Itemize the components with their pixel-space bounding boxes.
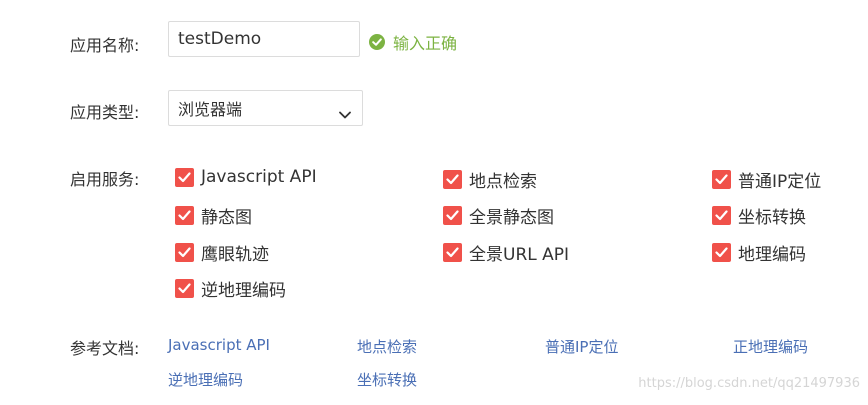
checkmark-icon — [175, 167, 194, 187]
service-label: 坐标转换 — [738, 208, 806, 228]
service-label: 静态图 — [201, 208, 252, 228]
checkmark-icon — [712, 170, 731, 189]
service-checkbox-geocoding[interactable]: 地理编码 — [712, 240, 806, 265]
checkmark-icon — [443, 206, 462, 225]
app-type-selected: 浏览器端 — [178, 100, 243, 119]
validation-message: 输入正确 — [369, 30, 457, 54]
checkmark-icon — [712, 206, 731, 225]
docs-label: 参考文档: — [70, 339, 140, 358]
service-label: 普通IP定位 — [738, 172, 822, 192]
service-label: 鹰眼轨迹 — [201, 245, 269, 265]
doc-link-ip-location[interactable]: 普通IP定位 — [545, 336, 618, 357]
validation-text: 输入正确 — [393, 34, 458, 53]
checkmark-icon — [443, 243, 462, 262]
checkmark-icon — [175, 206, 194, 225]
service-label: 地点检索 — [469, 172, 537, 192]
doc-link-reverse-geocoding[interactable]: 逆地理编码 — [168, 369, 243, 390]
service-label: 地理编码 — [738, 245, 806, 265]
doc-link-place-search[interactable]: 地点检索 — [357, 336, 417, 357]
check-circle-icon — [369, 34, 385, 50]
checkmark-icon — [175, 279, 194, 298]
service-checkbox-place-search[interactable]: 地点检索 — [443, 167, 537, 192]
app-form: 应用名称: 输入正确 应用类型: 浏览器端 启用服务: Javascript A… — [0, 0, 868, 405]
service-checkbox-eagle-eye[interactable]: 鹰眼轨迹 — [175, 240, 269, 265]
doc-link-javascript-api[interactable]: Javascript API — [168, 336, 270, 354]
doc-link-geocoding[interactable]: 正地理编码 — [733, 336, 808, 357]
checkmark-icon — [712, 243, 731, 262]
checkmark-icon — [175, 243, 194, 262]
app-type-label: 应用类型: — [70, 103, 140, 122]
services-label: 启用服务: — [70, 170, 140, 189]
service-checkbox-ip-location[interactable]: 普通IP定位 — [712, 167, 821, 192]
checkmark-icon — [443, 170, 462, 189]
service-checkbox-javascript-api[interactable]: Javascript API — [175, 167, 317, 187]
watermark-text: https://blog.csdn.net/qq21497936 — [638, 376, 860, 391]
service-checkbox-static-map[interactable]: 静态图 — [175, 203, 252, 228]
app-type-select[interactable]: 浏览器端 — [168, 90, 363, 126]
app-name-label: 应用名称: — [70, 36, 140, 55]
service-label: 全景URL API — [469, 245, 570, 265]
doc-link-coord-convert[interactable]: 坐标转换 — [357, 369, 417, 390]
service-label: 逆地理编码 — [201, 281, 286, 301]
service-checkbox-panorama-static[interactable]: 全景静态图 — [443, 203, 554, 228]
service-label: Javascript API — [201, 167, 317, 187]
service-checkbox-reverse-geocoding[interactable]: 逆地理编码 — [175, 276, 286, 301]
chevron-down-icon — [339, 104, 351, 119]
service-label: 全景静态图 — [469, 208, 554, 228]
app-name-input[interactable] — [168, 21, 360, 57]
service-checkbox-coord-convert[interactable]: 坐标转换 — [712, 203, 806, 228]
service-checkbox-panorama-url[interactable]: 全景URL API — [443, 240, 569, 265]
